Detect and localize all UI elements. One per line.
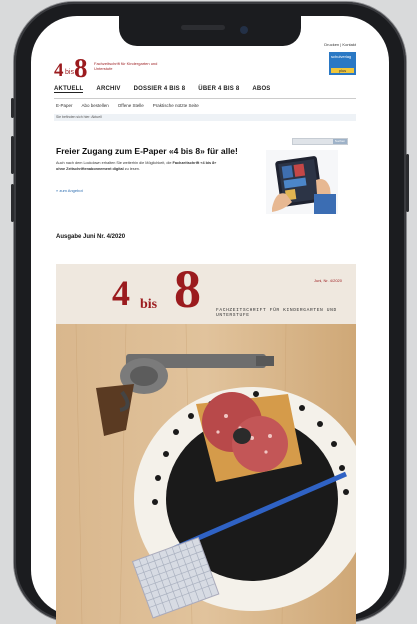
article-body-text: Auch nach dem Lockdown erhalten Sie weit… bbox=[56, 161, 173, 165]
subnav-item-epaper[interactable]: E-Paper bbox=[56, 103, 73, 108]
nav-item-aktuell[interactable]: AKTUELL bbox=[54, 86, 84, 93]
article-body-end: zu lesen. bbox=[123, 167, 140, 171]
search-input[interactable]: Suchen bbox=[292, 138, 348, 145]
logo-tagline: Fachzeitschrift für Kindergarten und Unt… bbox=[94, 61, 158, 71]
silent-switch bbox=[11, 98, 14, 118]
cover-logo-bis: bis bbox=[140, 297, 158, 312]
main-nav: AKTUELL ARCHIV DOSSIER 4 BIS 8 ÜBER 4 BI… bbox=[54, 86, 271, 93]
sub-nav: E-Paper Abo bestellen Offene Stelle Prak… bbox=[56, 103, 199, 108]
cover-logo-four: 4 bbox=[112, 273, 130, 313]
top-links[interactable]: Drucken | Kontakt bbox=[324, 42, 356, 47]
logo-bis: bis bbox=[65, 69, 74, 76]
front-camera-icon bbox=[240, 26, 248, 34]
article-headline: Freier Zugang zum E-Paper «4 bis 8» für … bbox=[56, 146, 238, 156]
logo-four: 4 bbox=[54, 60, 64, 81]
cover-subtitle: FACHZEITSCHRIFT FÜR KINDERGARTEN UND UNT… bbox=[216, 308, 337, 318]
logo-eight: 8 bbox=[74, 53, 88, 83]
cover-logo-eight: 8 bbox=[174, 259, 201, 319]
nav-item-archiv[interactable]: ARCHIV bbox=[96, 86, 120, 93]
article-body: Auch nach dem Lockdown erhalten Sie weit… bbox=[56, 160, 226, 172]
publisher-badge[interactable]: schulverlag plus bbox=[329, 52, 356, 75]
subnav-item-seite[interactable]: Praktische nützte Seite bbox=[153, 103, 199, 108]
nav-item-ueber[interactable]: ÜBER 4 BIS 8 bbox=[198, 86, 239, 93]
notch bbox=[119, 16, 301, 46]
subnav-item-stelle[interactable]: Offene Stelle bbox=[118, 103, 144, 108]
cover-photo-illustration bbox=[56, 324, 356, 624]
issue-heading: Ausgabe Juni Nr. 4/2020 bbox=[56, 234, 126, 240]
offer-link[interactable]: » zum Angebot bbox=[56, 188, 83, 193]
speaker-grille bbox=[181, 25, 225, 30]
nav-item-dossier[interactable]: DOSSIER 4 BIS 8 bbox=[134, 86, 186, 93]
subnav-item-abo[interactable]: Abo bestellen bbox=[82, 103, 109, 108]
volume-down-button bbox=[11, 184, 14, 222]
magazine-cover[interactable]: 4 bis 8 Juni, Nr. 4/2020 FACHZEITSCHRIFT… bbox=[56, 259, 356, 624]
nav-divider bbox=[54, 98, 356, 99]
cover-issue-number: Juni, Nr. 4/2020 bbox=[313, 278, 342, 283]
search-button[interactable]: Suchen bbox=[333, 139, 347, 144]
cover-photo bbox=[56, 324, 356, 624]
badge-top-label: schulverlag bbox=[331, 54, 352, 59]
nav-item-abos[interactable]: ABOS bbox=[252, 86, 270, 93]
phone-frame: Drucken | Kontakt 4 bis 8 Fachzeitschrif… bbox=[11, 2, 409, 624]
breadcrumb: Sie befinden sich hier: Aktuell bbox=[54, 114, 356, 121]
volume-up-button bbox=[11, 136, 14, 174]
power-button bbox=[406, 154, 409, 212]
badge-bottom-label: plus bbox=[331, 68, 354, 73]
tablet-hands-image bbox=[266, 150, 338, 214]
